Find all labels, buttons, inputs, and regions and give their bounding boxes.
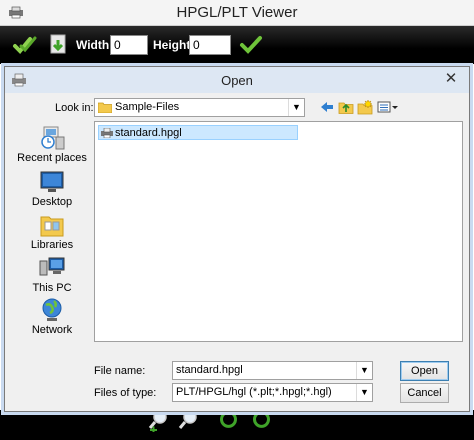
libraries-icon bbox=[40, 216, 64, 237]
app-titlebar: HPGL/PLT Viewer bbox=[0, 0, 474, 26]
chevron-down-icon[interactable]: ▼ bbox=[356, 362, 372, 379]
place-label: Network bbox=[31, 324, 73, 336]
place-label: Recent places bbox=[17, 152, 87, 164]
file-name-value: standard.hpgl bbox=[176, 364, 243, 376]
view-menu-icon[interactable] bbox=[377, 99, 399, 115]
look-in-dropdown[interactable]: Sample-Files ▼ bbox=[94, 98, 305, 117]
zoom-in-icon[interactable] bbox=[148, 410, 170, 432]
up-folder-icon[interactable] bbox=[338, 99, 354, 115]
file-type-label: Files of type: bbox=[94, 387, 157, 399]
height-input[interactable] bbox=[189, 35, 231, 55]
place-this-pc[interactable]: This PC bbox=[11, 255, 93, 297]
place-recent-places[interactable]: Recent places bbox=[11, 125, 93, 167]
dialog-title: Open bbox=[221, 73, 253, 88]
place-desktop[interactable]: Desktop bbox=[11, 169, 93, 211]
computer-icon bbox=[39, 257, 65, 276]
app-toolbar: Width Height bbox=[0, 26, 474, 64]
place-label: Desktop bbox=[31, 196, 73, 208]
apply-check-icon[interactable] bbox=[238, 32, 264, 58]
open-button[interactable]: Open bbox=[400, 361, 449, 381]
file-list[interactable]: standard.hpgl bbox=[94, 121, 463, 342]
app-title: HPGL/PLT Viewer bbox=[176, 4, 298, 21]
file-name-label: File name: bbox=[94, 365, 146, 377]
file-type-select[interactable]: PLT/HPGL/hgl (*.plt;*.hpgl;*.hgl) ▼ bbox=[172, 383, 373, 402]
recent-places-icon bbox=[41, 126, 65, 150]
back-arrow-icon[interactable] bbox=[319, 99, 335, 115]
width-label: Width bbox=[76, 38, 110, 52]
file-item[interactable]: standard.hpgl bbox=[98, 125, 298, 140]
printer-file-icon bbox=[101, 128, 113, 138]
look-in-label: Look in: bbox=[55, 102, 94, 114]
new-folder-icon[interactable] bbox=[357, 99, 373, 115]
check-double-icon[interactable] bbox=[12, 32, 38, 58]
file-name-input[interactable]: standard.hpgl ▼ bbox=[172, 361, 373, 380]
chevron-down-icon[interactable]: ▼ bbox=[356, 384, 372, 401]
width-input[interactable] bbox=[110, 35, 148, 55]
chevron-down-icon[interactable]: ▼ bbox=[288, 99, 304, 116]
place-label: Libraries bbox=[30, 239, 74, 251]
network-globe-icon bbox=[42, 298, 62, 321]
place-network[interactable]: Network bbox=[11, 297, 93, 339]
look-in-value: Sample-Files bbox=[115, 101, 180, 113]
folder-icon bbox=[98, 102, 112, 113]
desktop-icon bbox=[40, 171, 64, 192]
download-icon[interactable] bbox=[46, 32, 72, 58]
app-bottombar bbox=[0, 410, 474, 440]
open-dialog: Open ✕ Look in: Sample-Files ▼ Recent pl… bbox=[4, 66, 470, 412]
file-name: standard.hpgl bbox=[115, 127, 182, 139]
rotate-left-icon[interactable] bbox=[218, 410, 240, 432]
places-bar: Recent places Desktop Libraries This PC … bbox=[11, 121, 93, 337]
rotate-right-icon[interactable] bbox=[250, 410, 272, 432]
height-label: Height bbox=[153, 38, 191, 52]
cancel-button[interactable]: Cancel bbox=[400, 383, 449, 403]
dialog-titlebar: Open ✕ bbox=[5, 67, 469, 93]
file-type-value: PLT/HPGL/hgl (*.plt;*.hpgl;*.hgl) bbox=[176, 386, 332, 398]
place-label: This PC bbox=[32, 282, 72, 294]
place-libraries[interactable]: Libraries bbox=[11, 212, 93, 254]
zoom-out-icon[interactable] bbox=[178, 410, 200, 432]
close-icon[interactable]: ✕ bbox=[439, 69, 463, 89]
